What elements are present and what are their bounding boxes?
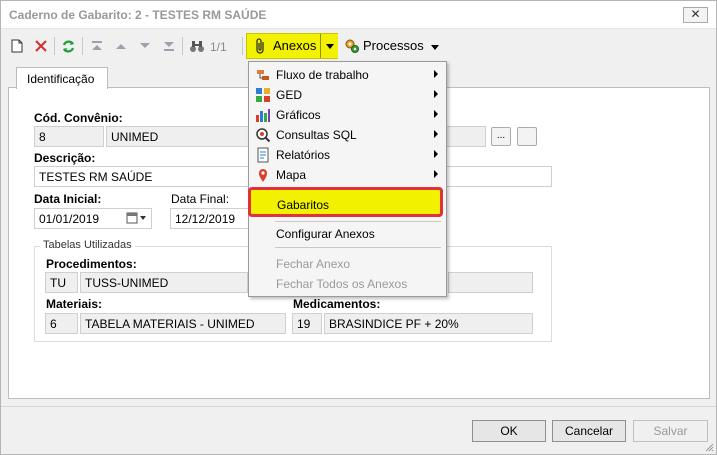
convenio-code-field[interactable]: 8 xyxy=(34,126,104,147)
materiais-name-field[interactable]: TABELA MATERIAIS - UNIMED xyxy=(80,313,286,334)
menu-item-gabaritos[interactable]: Gabaritos xyxy=(248,187,443,217)
convenio-label: Cód. Convênio: xyxy=(34,111,123,125)
delete-record-button[interactable] xyxy=(32,36,50,56)
tabelas-utilizadas-legend: Tabelas Utilizadas xyxy=(40,239,135,251)
previous-icon xyxy=(116,44,126,49)
data-inicial-label: Data Inicial: xyxy=(34,192,102,206)
toolbar-separator xyxy=(54,37,55,55)
refresh-icon xyxy=(62,40,74,52)
toolbar-separator xyxy=(182,37,183,55)
new-document-icon xyxy=(11,39,23,53)
toolbar-separator xyxy=(82,37,83,55)
last-record-icon xyxy=(164,42,174,51)
menu-item-label: Gráficos xyxy=(276,108,321,122)
dialog-window: Caderno de Gabarito: 2 - TESTES RM SAÚDE… xyxy=(0,0,717,455)
descricao-label: Descrição: xyxy=(34,151,96,165)
first-record-button[interactable] xyxy=(89,36,105,56)
procedimentos-name-field[interactable]: TUSS-UNIMED xyxy=(80,272,248,293)
previous-record-button[interactable] xyxy=(113,36,129,56)
menu-item-label: Relatórios xyxy=(276,148,331,162)
menu-item-label: Fechar Todos os Anexos xyxy=(276,277,408,291)
workflow-icon xyxy=(257,70,269,80)
sql-icon xyxy=(256,128,271,143)
binoculars-icon xyxy=(190,40,204,52)
chevron-down-icon xyxy=(326,44,334,49)
report-icon xyxy=(257,147,269,163)
chart-icon xyxy=(256,109,270,122)
map-pin-icon xyxy=(259,169,267,182)
menu-item-fluxo-de-trabalho[interactable]: Fluxo de trabalho xyxy=(249,65,446,85)
submenu-arrow-icon xyxy=(434,170,438,178)
new-record-button[interactable] xyxy=(8,36,26,56)
convenio-clear-button[interactable] xyxy=(517,127,537,146)
search-button[interactable] xyxy=(187,36,207,56)
data-inicial-calendar-button[interactable] xyxy=(120,208,151,228)
refresh-button[interactable] xyxy=(59,36,77,56)
menu-item-mapa[interactable]: Mapa xyxy=(249,165,446,185)
submenu-arrow-icon xyxy=(434,110,438,118)
processos-button[interactable]: Processos xyxy=(363,38,424,53)
procedimentos-label: Procedimentos: xyxy=(46,257,137,271)
first-record-icon xyxy=(92,41,102,50)
menu-item-label: GED xyxy=(276,88,303,102)
anexos-dropdown-arrow[interactable] xyxy=(320,34,338,58)
next-icon xyxy=(140,43,150,48)
menu-item-label: Gabaritos xyxy=(277,198,330,212)
processes-icon xyxy=(343,36,361,56)
menu-item-label: Mapa xyxy=(276,168,307,182)
processos-dropdown-arrow[interactable] xyxy=(429,37,441,57)
salvar-button[interactable]: Salvar xyxy=(633,420,708,442)
ged-icon xyxy=(256,88,270,102)
submenu-arrow-icon xyxy=(434,90,438,98)
calendar-icon xyxy=(126,212,146,224)
anexos-label: Anexos xyxy=(273,38,317,53)
submenu-arrow-icon xyxy=(434,70,438,78)
next-record-button[interactable] xyxy=(137,36,153,56)
menu-item-graficos[interactable]: Gráficos xyxy=(249,105,446,125)
menu-item-fechar-todos-anexos[interactable]: Fechar Todos os Anexos xyxy=(249,274,446,294)
close-button[interactable]: ✕ xyxy=(683,7,708,23)
toolbar-separator xyxy=(242,37,243,55)
last-record-button[interactable] xyxy=(161,36,177,56)
materiais-label: Materiais: xyxy=(46,297,103,311)
submenu-arrow-icon xyxy=(434,130,438,138)
data-final-field[interactable]: 12/12/2019 xyxy=(170,208,250,229)
procedimentos-code-field[interactable]: TU xyxy=(45,272,78,293)
submenu-arrow-icon xyxy=(434,150,438,158)
menu-item-label: Consultas SQL xyxy=(276,128,357,142)
menu-item-fechar-anexo[interactable]: Fechar Anexo xyxy=(249,254,446,274)
chevron-down-icon xyxy=(431,45,439,50)
footer-separator xyxy=(1,406,716,407)
resize-grip-icon[interactable] xyxy=(704,442,714,452)
paperclip-icon xyxy=(253,36,269,56)
title-bar: Caderno de Gabarito: 2 - TESTES RM SAÚDE… xyxy=(1,1,716,29)
menu-item-configurar-anexos[interactable]: Configurar Anexos xyxy=(249,224,446,244)
menu-separator xyxy=(275,221,441,222)
data-final-label: Data Final: xyxy=(171,192,230,206)
menu-item-relatorios[interactable]: Relatórios xyxy=(249,145,446,165)
menu-item-ged[interactable]: GED xyxy=(249,85,446,105)
record-pager: 1/1 xyxy=(210,40,227,54)
materiais-code-field[interactable]: 6 xyxy=(45,313,78,334)
ok-button[interactable]: OK xyxy=(472,420,546,442)
convenio-lookup-button[interactable]: ... xyxy=(491,127,511,146)
delete-x-icon xyxy=(35,40,47,52)
menu-item-label: Fluxo de trabalho xyxy=(276,68,369,82)
cancelar-button[interactable]: Cancelar xyxy=(552,420,626,442)
menu-item-label: Configurar Anexos xyxy=(276,227,375,241)
medicamentos-name-field[interactable]: BRASINDICE PF + 20% xyxy=(324,313,533,334)
tab-identificacao[interactable]: Identificação xyxy=(16,67,108,89)
window-title: Caderno de Gabarito: 2 - TESTES RM SAÚDE xyxy=(9,8,267,22)
procedimentos-extra-field[interactable] xyxy=(448,272,533,293)
menu-item-label: Fechar Anexo xyxy=(276,257,351,271)
anexos-dropdown-menu: Fluxo de trabalho GED Gráficos Consultas… xyxy=(248,61,447,297)
medicamentos-code-field[interactable]: 19 xyxy=(292,313,322,334)
menu-separator xyxy=(275,247,441,248)
menu-item-consultas-sql[interactable]: Consultas SQL xyxy=(249,125,446,145)
medicamentos-label: Medicamentos: xyxy=(293,297,381,311)
